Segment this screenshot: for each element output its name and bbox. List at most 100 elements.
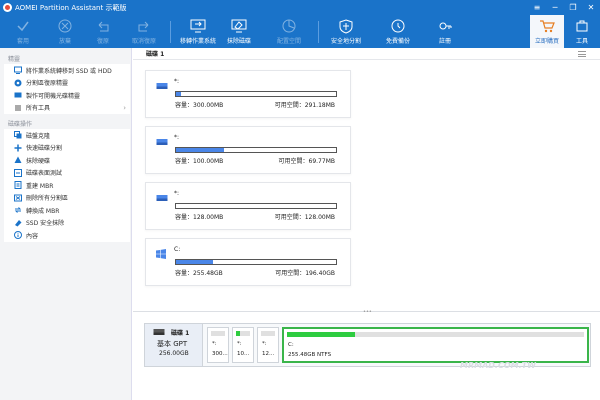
usage-bar — [175, 91, 337, 97]
main-panel: 磁碟 1 *: 容量：300.00MB 可用空間：291.18MB *: 容量：… — [133, 48, 600, 400]
sidebar-item-ssd-secure-erase[interactable]: SSD 安全抹除 — [4, 216, 130, 229]
migrate-os-button[interactable]: 移轉作業系統 — [175, 15, 221, 48]
sidebar-item-wipe-disk[interactable]: 抹除硬碟 — [4, 154, 130, 167]
sidebar-item-migrate-os[interactable]: 將作業系統轉移到 SSD 或 HDD — [4, 64, 130, 77]
maximize-button[interactable]: ❐ — [564, 0, 582, 15]
disk-ops-section-title: 磁碟操作 — [8, 120, 33, 128]
disk-map-info[interactable]: 磁碟 1 基本 GPT 256.00GB — [145, 324, 203, 366]
usage-bar-fill — [176, 260, 213, 264]
undo-button[interactable]: 復原 — [86, 15, 120, 48]
free-backup-button[interactable]: 免費備份 — [378, 15, 418, 48]
wizards-section-title: 精靈 — [8, 55, 21, 63]
app-logo-icon — [3, 3, 12, 12]
partition-card-2[interactable]: *: 容量：100.00MB 可用空間：69.77MB — [145, 126, 351, 174]
minimize-button[interactable]: ─ — [546, 0, 564, 15]
wipe-disk-button[interactable]: 抹除磁碟 — [222, 15, 256, 48]
disk-map-partition-size: 300... — [212, 351, 228, 357]
migrate-icon — [14, 66, 22, 75]
disk-ops-group: 磁盤克隆 快速磁碟分割 抹除硬碟 磁碟表面測試 重建 MBR 刪除所有分割區 轉… — [4, 129, 130, 242]
partition-free-space: 可用空間：291.18MB — [274, 102, 335, 109]
disk-map-bar — [236, 331, 250, 336]
disk-map-partition-size: 255.48GB NTFS — [288, 352, 332, 358]
rebuild-mbr-icon — [14, 181, 22, 190]
disk-map-bar-fill — [287, 332, 356, 337]
redo-button[interactable]: 取消復原 — [124, 15, 164, 48]
sidebar-item-all-tools[interactable]: 所有工具 › — [4, 101, 130, 114]
cart-icon — [539, 18, 555, 34]
secure-partition-button[interactable]: 安全地分割 — [324, 15, 368, 48]
sidebar-item-properties[interactable]: 內容 — [4, 229, 130, 242]
allocate-space-icon — [281, 18, 297, 34]
sidebar-item-bootable-disc[interactable]: 製作可開機光碟精靈 — [4, 89, 130, 102]
all-tools-icon — [14, 104, 22, 112]
window-title: AOMEI Partition Assistant 示範版 — [15, 3, 127, 12]
discard-icon — [57, 18, 73, 34]
disk-map-bar — [287, 332, 584, 337]
wipe-icon — [14, 156, 22, 164]
disk-map-partition-size: 10... — [237, 351, 250, 357]
windows-icon — [156, 249, 168, 259]
toolbar-separator — [170, 21, 171, 43]
disk-map-partition[interactable]: *: 12... — [257, 327, 279, 363]
undo-icon — [95, 18, 111, 34]
key-icon — [437, 18, 453, 34]
usage-bar — [175, 147, 337, 153]
chevron-right-icon: › — [123, 103, 126, 112]
disk-map-partition-size: 12... — [262, 351, 275, 357]
partition-card-3[interactable]: *: 容量：128.00MB 可用空間：128.00MB — [145, 182, 351, 230]
sidebar-item-quick-partition[interactable]: 快速磁碟分割 — [4, 141, 130, 154]
sidebar-item-rebuild-mbr[interactable]: 重建 MBR — [4, 179, 130, 192]
sidebar-item-surface-test[interactable]: 磁碟表面測試 — [4, 166, 130, 179]
convert-mbr-icon — [14, 206, 22, 214]
register-button[interactable]: 註冊 — [430, 15, 460, 48]
sidebar-item-disk-clone[interactable]: 磁盤克隆 — [4, 129, 130, 142]
tools-icon — [574, 18, 590, 34]
usage-bar-fill — [176, 92, 181, 96]
disk-map-partition-c[interactable]: C: 255.48GB NTFS — [282, 327, 589, 363]
recovery-icon — [14, 79, 22, 87]
partition-capacity: 容量：255.48GB — [175, 270, 223, 277]
disk-map-partition[interactable]: *: 10... — [232, 327, 254, 363]
sidebar-item-delete-all-partitions[interactable]: 刪除所有分割區 — [4, 191, 130, 204]
toolbar: 套用 放棄 復原 取消復原 移轉作業系統 抹除磁碟 配置空間 安全地分割 免費備… — [0, 15, 600, 48]
surface-test-icon — [14, 168, 22, 177]
discard-button[interactable]: 放棄 — [48, 15, 82, 48]
close-button[interactable]: ✕ — [582, 0, 600, 15]
disk-icon — [153, 328, 165, 336]
view-toggle-icon[interactable] — [578, 51, 586, 57]
usage-bar-fill — [176, 148, 224, 152]
disk-map-type: 基本 GPT — [157, 340, 188, 348]
check-icon — [15, 18, 31, 34]
resize-grip-icon[interactable]: ••• — [363, 309, 372, 315]
migrate-os-icon — [190, 18, 206, 34]
usage-bar — [175, 203, 337, 209]
clone-icon — [14, 131, 22, 139]
partition-capacity: 容量：300.00MB — [175, 102, 224, 109]
window-controls: ≡ ─ ❐ ✕ — [528, 0, 600, 15]
sidebar-item-convert-mbr[interactable]: 轉換成 MBR — [4, 204, 130, 217]
disk-icon — [156, 81, 168, 90]
sidebar-item-partition-recovery[interactable]: 分割區復原精靈 — [4, 76, 130, 89]
ssd-erase-icon — [14, 219, 22, 227]
disk-map-partition-label: *: — [262, 341, 267, 347]
partition-free-space: 可用空間：128.00MB — [274, 214, 335, 221]
wizards-group: 將作業系統轉移到 SSD 或 HDD 分割區復原精靈 製作可開機光碟精靈 所有工… — [4, 64, 130, 114]
apply-button[interactable]: 套用 — [6, 15, 40, 48]
partition-card-c[interactable]: C: 容量：255.48GB 可用空間：196.40GB — [145, 238, 351, 286]
disk-map-bar — [211, 331, 225, 336]
quick-partition-icon — [14, 144, 22, 152]
buy-now-button[interactable]: 立即購買 — [530, 15, 564, 48]
menu-button[interactable]: ≡ — [528, 0, 546, 15]
allocate-space-button[interactable]: 配置空間 — [270, 15, 308, 48]
tools-button[interactable]: 工具 — [568, 15, 596, 48]
redo-icon — [136, 18, 152, 34]
title-bar: AOMEI Partition Assistant 示範版 ≡ ─ ❐ ✕ — [0, 0, 600, 15]
partition-card-1[interactable]: *: 容量：300.00MB 可用空間：291.18MB — [145, 70, 351, 118]
info-icon — [14, 231, 22, 240]
sidebar: 精靈 將作業系統轉移到 SSD 或 HDD 分割區復原精靈 製作可開機光碟精靈 … — [0, 48, 132, 400]
disk-map-partition[interactable]: *: 300... — [207, 327, 229, 363]
disk-map-partition-label: *: — [237, 341, 242, 347]
partition-free-space: 可用空間：196.40GB — [275, 270, 335, 277]
partition-letter: *: — [174, 134, 180, 141]
disk-map-partition-label: *: — [212, 341, 217, 347]
